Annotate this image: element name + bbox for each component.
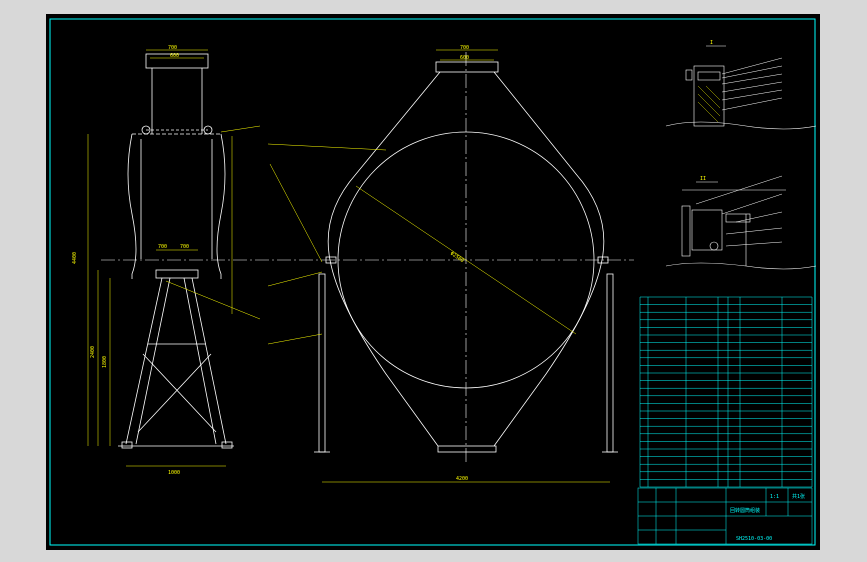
drawing-name: 回转圆筒组装 [730,507,760,514]
front-view [314,52,618,464]
front-bottom-dim: 4200 [456,476,468,482]
side-mid-dim-right: 700 [180,244,189,250]
side-height-mid: 2400 [90,346,96,358]
drawing-sheet: 700 600 700 700 1000 4400 2400 1800 700 … [46,14,820,550]
sheet-label: 共1张 [792,493,805,500]
cad-drawing: 700 600 700 700 1000 4400 2400 1800 700 … [49,18,817,546]
side-top-dim-outer: 700 [168,45,177,51]
side-bottom-dim: 1000 [168,470,180,476]
detail-bottom-view-label: II [700,176,706,182]
detail-bottom-leaders [695,175,783,247]
detail-top-view-label: I [710,40,713,46]
side-height-total: 4400 [72,252,78,264]
front-top-dim-inner: 600 [460,55,469,61]
parts-list-table [639,296,813,488]
scale-label: 1:1 [770,494,779,500]
side-view [101,53,634,449]
detail-top-leaders [721,57,783,111]
side-height-lower: 1800 [102,356,108,368]
title-block-grid [637,487,813,545]
front-top-dim-outer: 700 [460,45,469,51]
side-top-dim-inner: 600 [170,53,179,59]
detail-top-hatch [697,85,721,123]
side-view-dimensions [87,49,261,467]
side-mid-dim-left: 700 [158,244,167,250]
detail-bottom [665,181,817,270]
drawing-number: SH2510-03-00 [736,536,772,542]
detail-top [665,45,817,130]
front-diameter-label: Φ2500 [449,251,465,264]
